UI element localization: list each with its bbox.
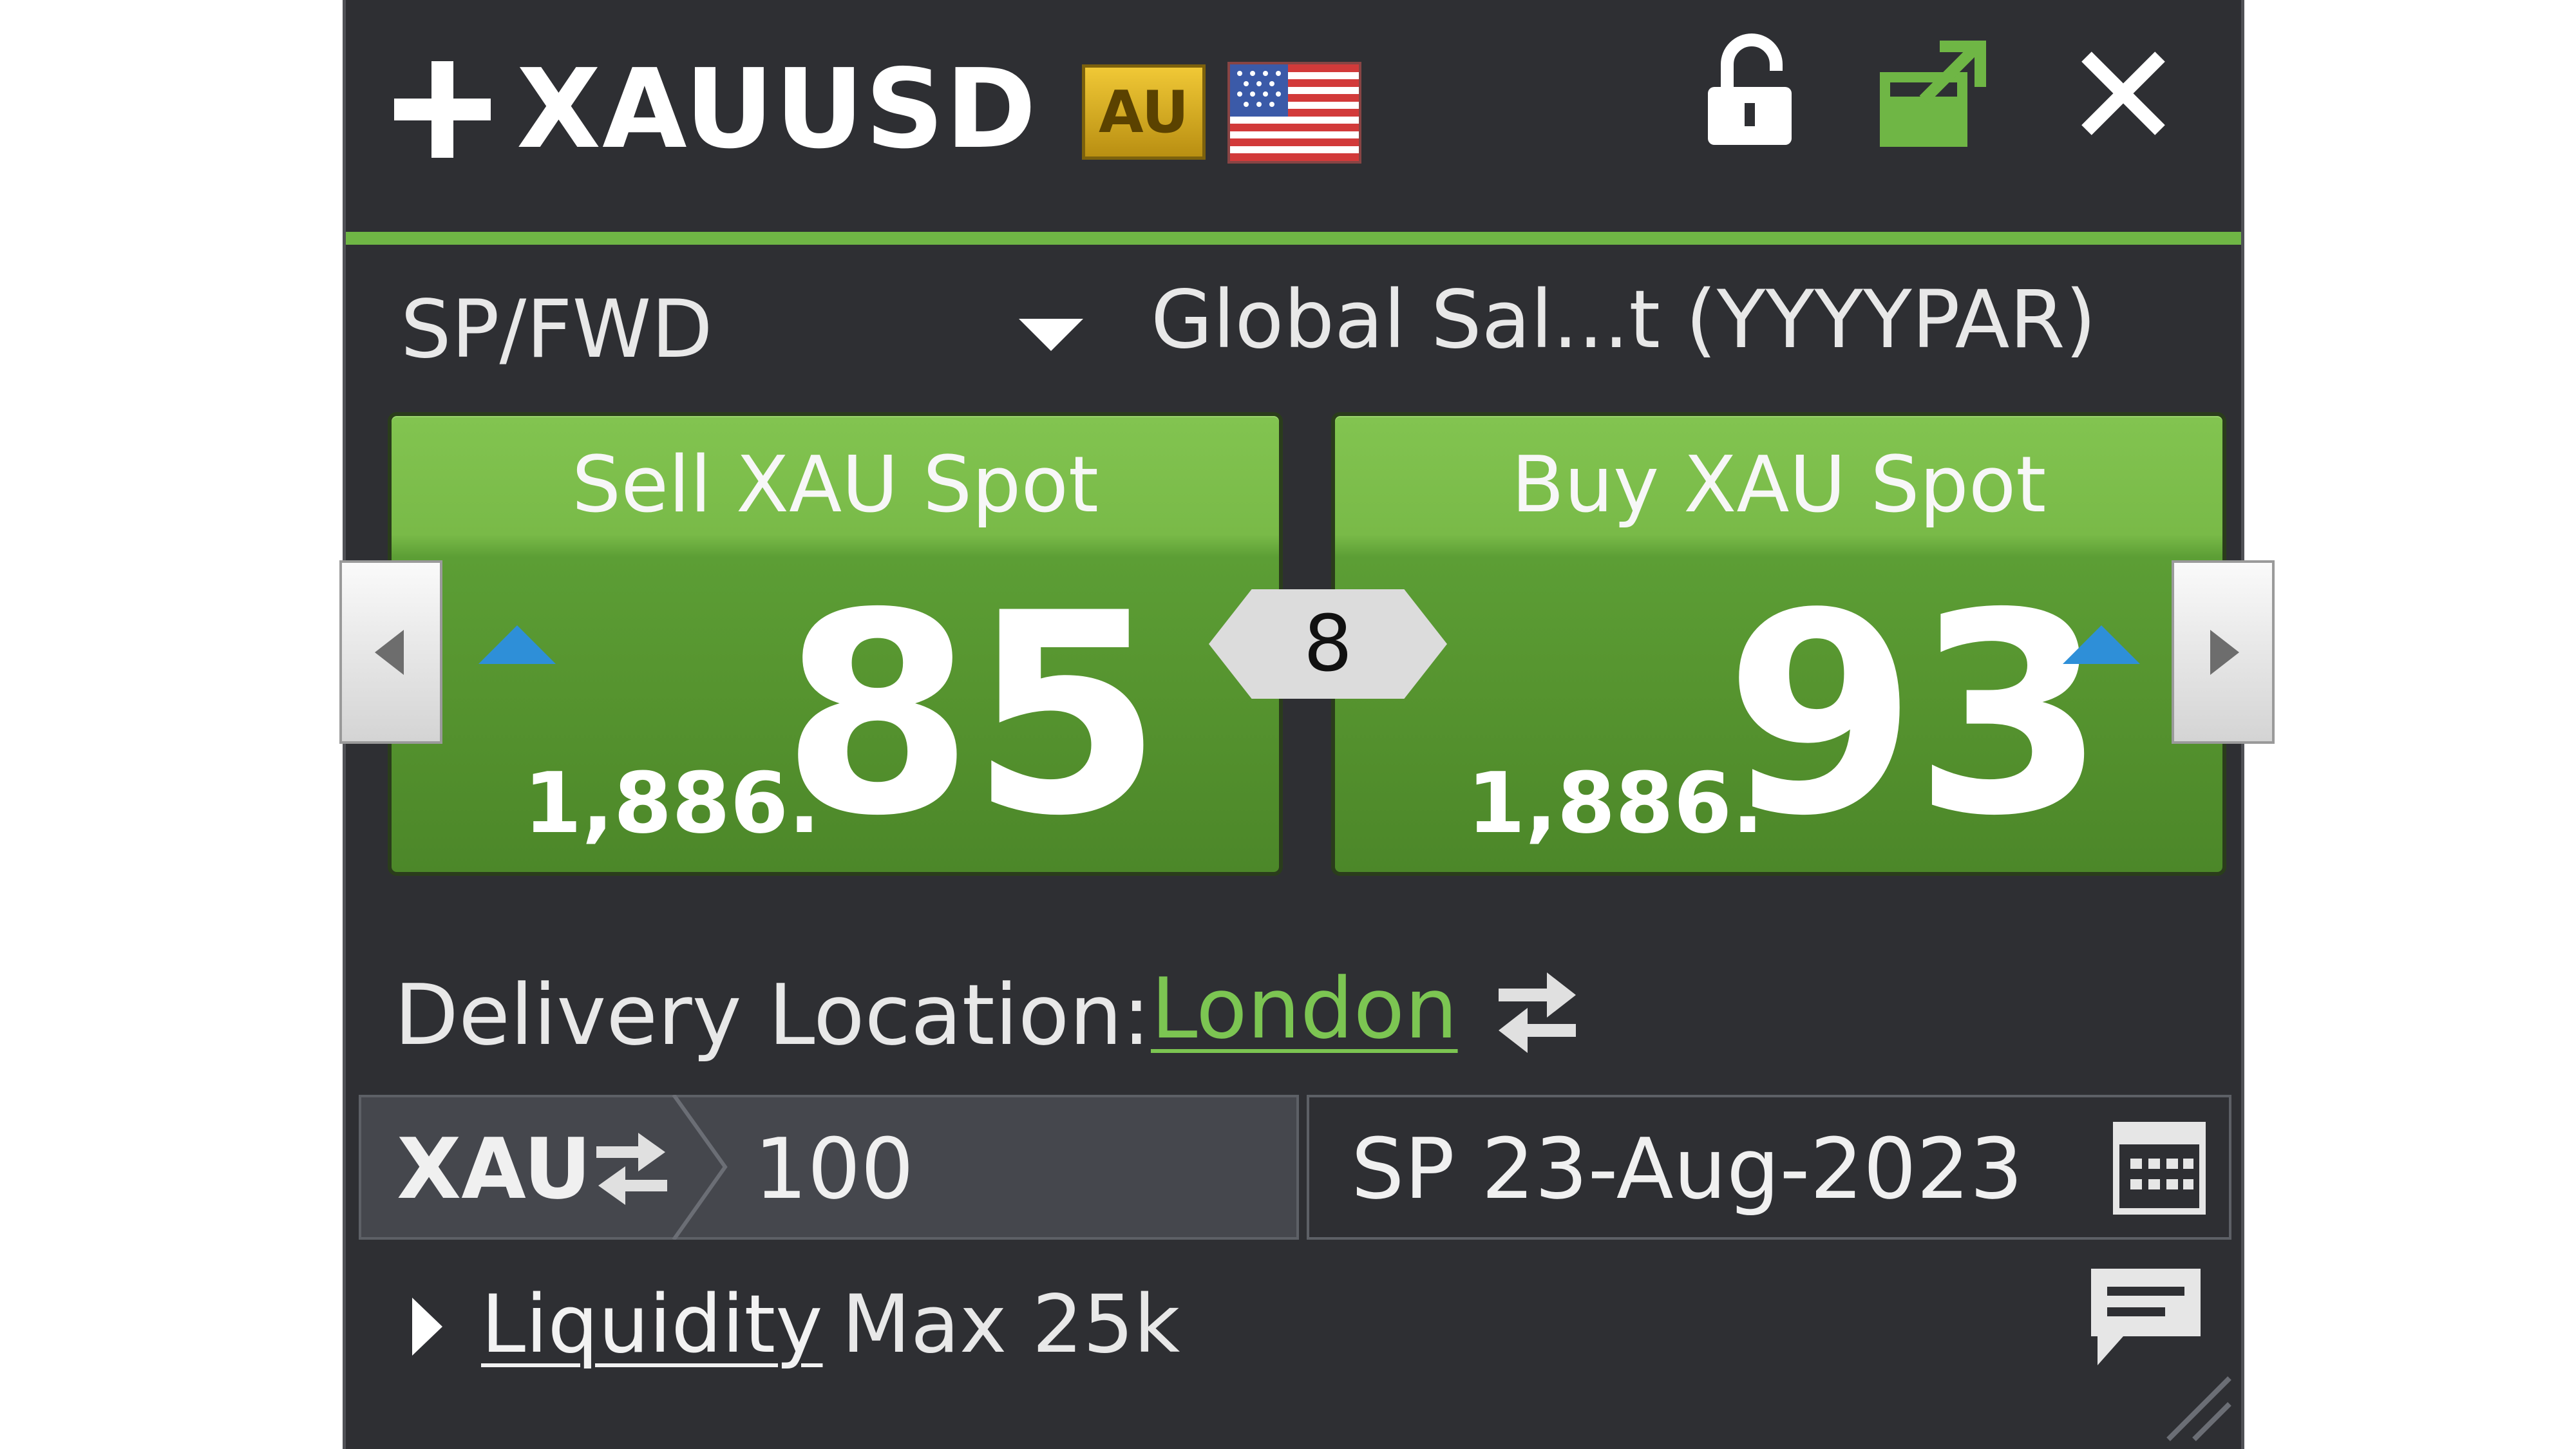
tick-up-icon [2063, 625, 2140, 664]
currency-swap-icon[interactable] [593, 1126, 670, 1213]
plus-icon[interactable] [394, 61, 491, 158]
product-type[interactable]: SP/FWD [401, 283, 713, 376]
chat-icon[interactable] [2085, 1262, 2207, 1374]
liquidity-link[interactable]: Liquidity [481, 1278, 822, 1371]
swap-icon[interactable] [1492, 966, 1582, 1059]
currency-toggle[interactable]: XAU [397, 1120, 591, 1218]
settlement-date-field[interactable]: SP 23-Aug-2023 [1307, 1095, 2231, 1240]
tile-header: XAUUSD [394, 39, 1037, 180]
amount-input[interactable]: 100 [754, 1120, 914, 1218]
sell-label: Sell XAU Spot [572, 440, 1099, 530]
expand-arrow-icon[interactable] [407, 1294, 446, 1361]
tick-up-icon [478, 625, 556, 664]
buy-pips: 93 [1725, 554, 2106, 876]
accent-divider [346, 232, 2241, 245]
buy-label: Buy XAU Spot [1511, 440, 2047, 530]
sell-button[interactable]: Sell XAU Spot 1,886. 85 [388, 412, 1283, 876]
chevron-left-icon [375, 629, 404, 675]
trade-tile: XAUUSD AU SP/FWD Global Sal...t (YYYYPAR… [339, 0, 2275, 1449]
buy-big-figure: 1,886. [1467, 754, 1764, 852]
unlock-icon[interactable] [1698, 32, 1801, 148]
sell-big-figure: 1,886. [524, 754, 820, 852]
buy-button[interactable]: Buy XAU Spot 1,886. 93 [1331, 412, 2226, 876]
delivery-label: Delivery Location: [394, 966, 1151, 1064]
scroll-left-button[interactable] [339, 560, 442, 744]
chevron-down-icon[interactable] [1016, 316, 1086, 357]
resize-grip-icon[interactable] [2155, 1365, 2233, 1445]
settlement-date: SP 23-Aug-2023 [1351, 1120, 2023, 1218]
chevron-right-icon [2210, 629, 2239, 675]
liquidity-value: Max 25k [842, 1278, 1180, 1371]
symbol-title: XAUUSD [516, 46, 1038, 173]
metal-badge: AU [1082, 64, 1206, 160]
popout-icon[interactable] [1879, 39, 1988, 148]
delivery-location-link[interactable]: London [1151, 960, 1458, 1057]
scroll-right-button[interactable] [2172, 560, 2275, 744]
sell-pips: 85 [781, 554, 1162, 876]
calendar-icon[interactable] [2111, 1120, 2208, 1219]
field-separator-chevron [670, 1094, 735, 1242]
currency-amount-field: XAU 100 [359, 1094, 1299, 1242]
us-flag-icon [1230, 64, 1359, 161]
close-icon[interactable] [2072, 42, 2175, 145]
spread-badge: 8 [1209, 589, 1447, 699]
account-selector[interactable]: Global Sal...t (YYYYPAR) [1151, 274, 2096, 366]
